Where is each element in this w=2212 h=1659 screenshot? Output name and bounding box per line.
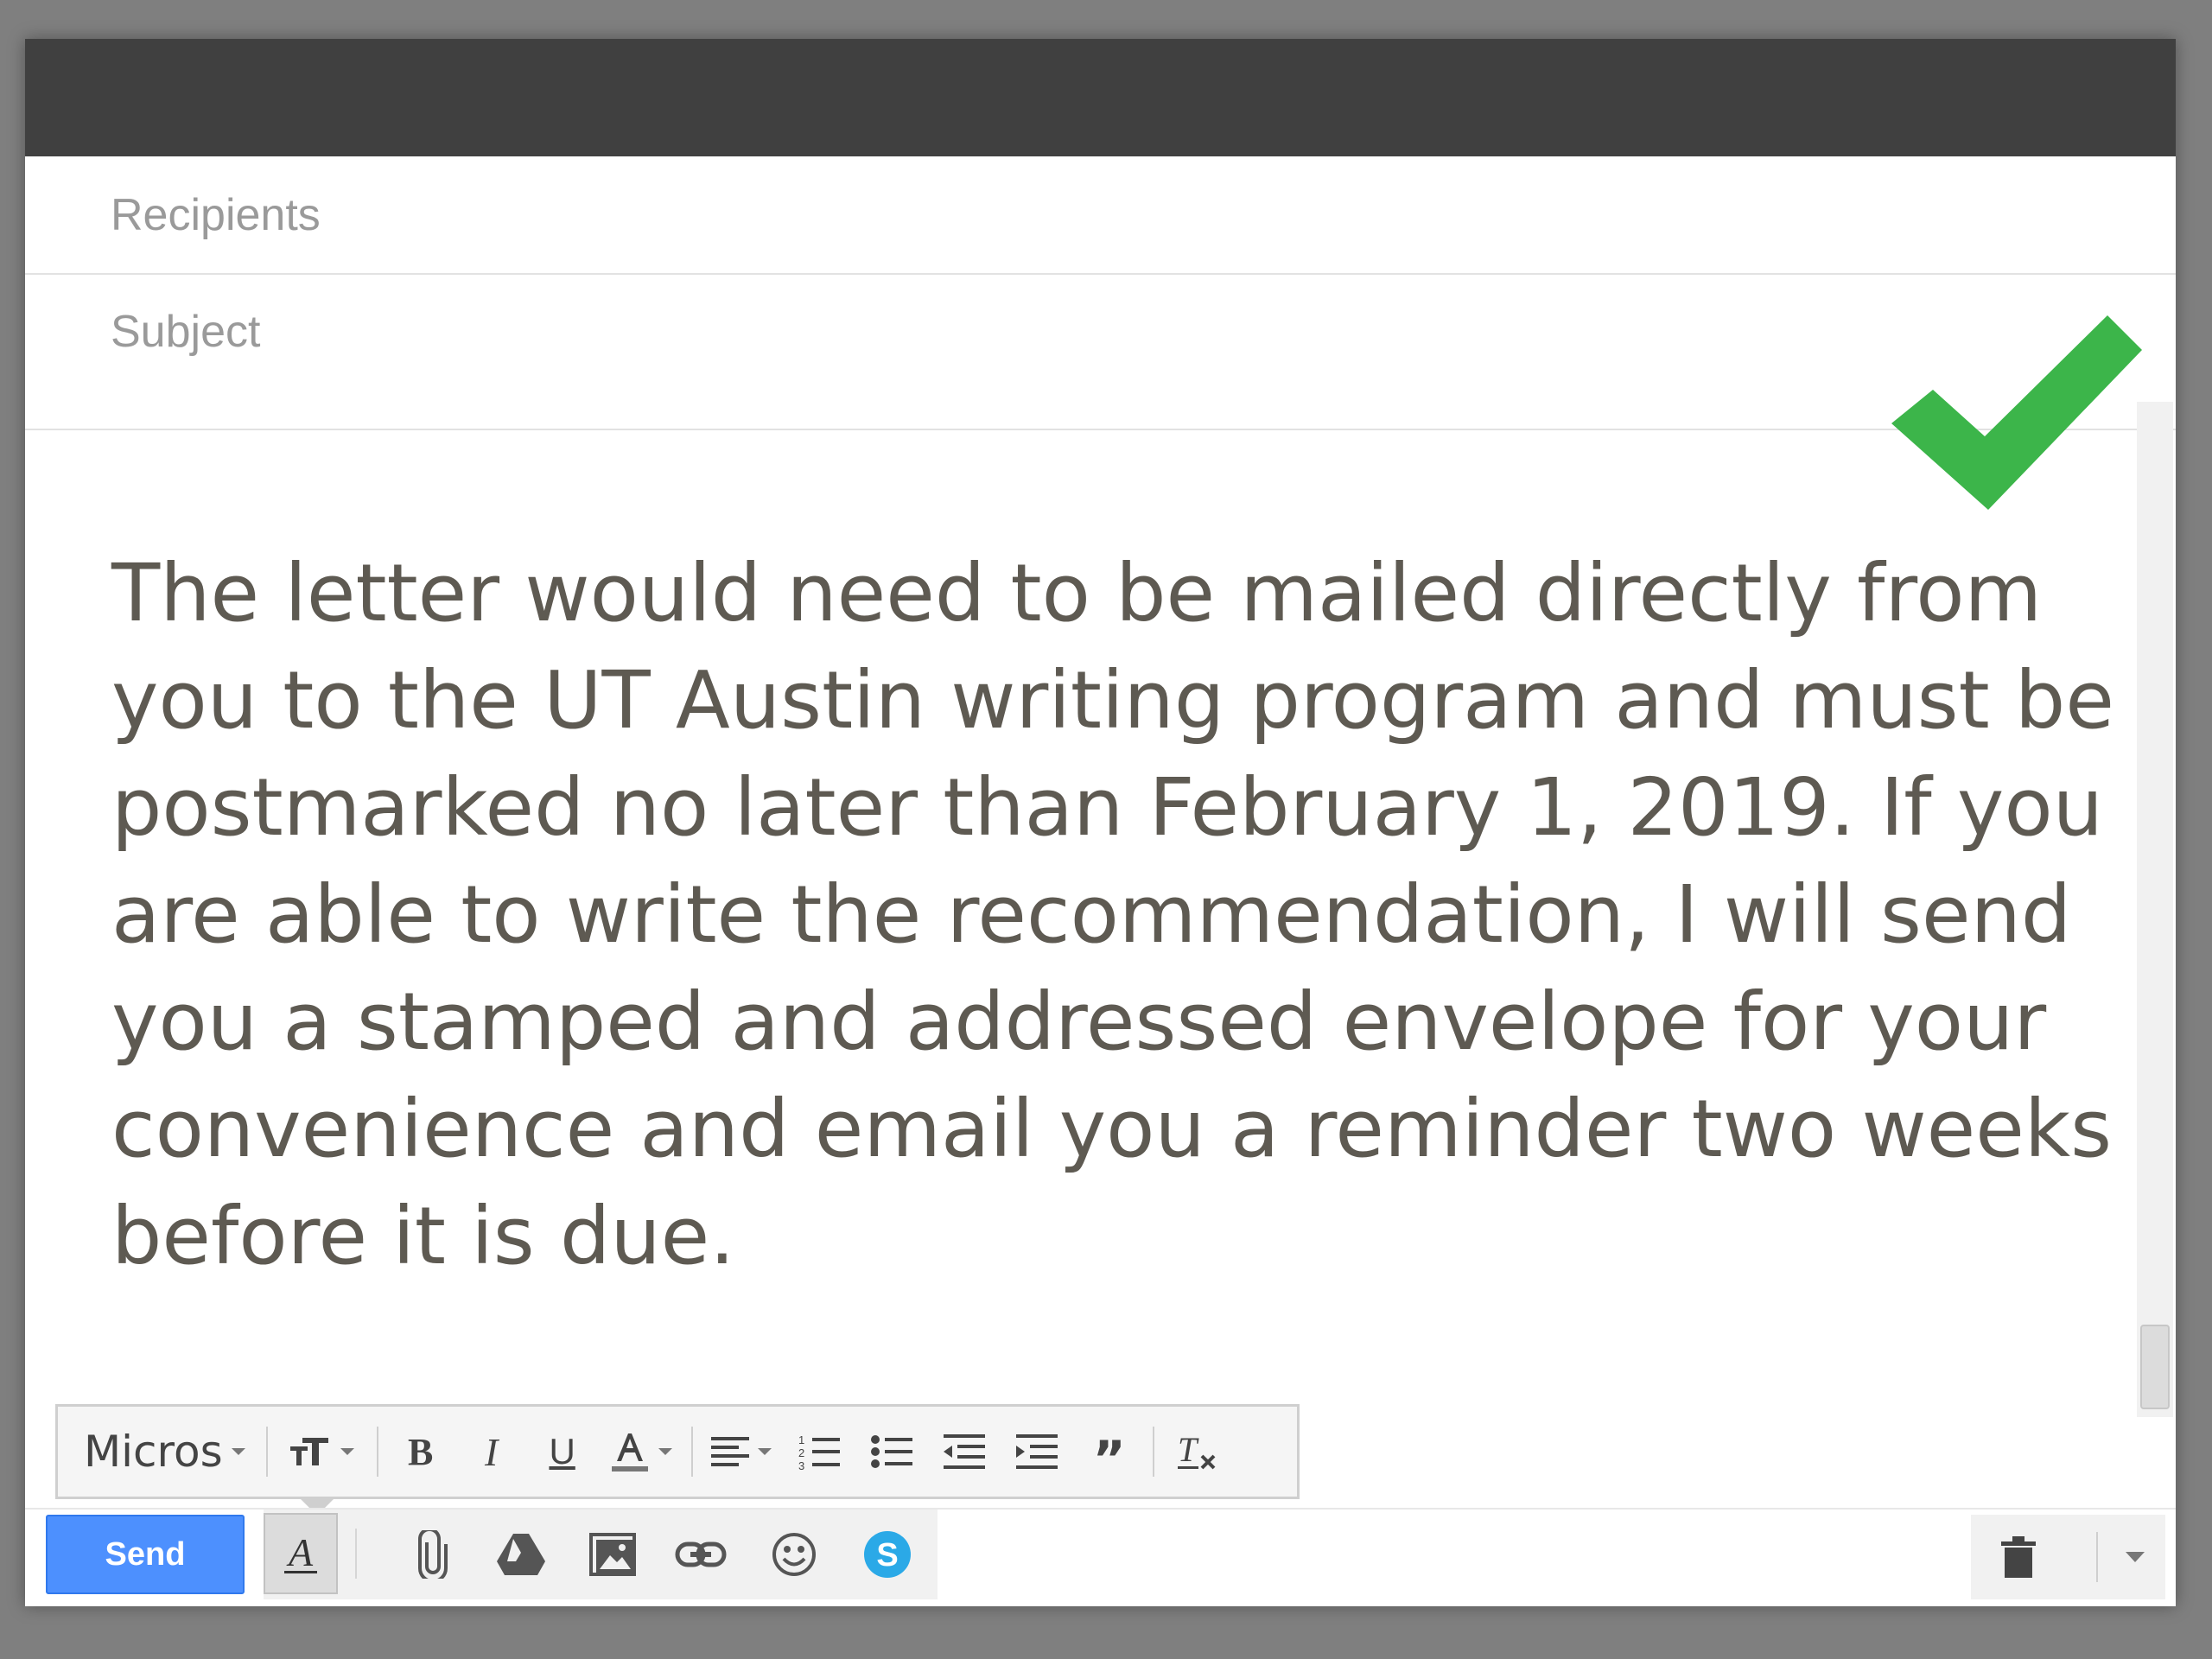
toolbar-divider — [376, 1427, 378, 1477]
attachment-tools: S — [264, 1510, 938, 1599]
font-size-button[interactable] — [275, 1407, 370, 1497]
chevron-down-icon — [340, 1448, 354, 1455]
send-button[interactable]: Send — [46, 1515, 245, 1594]
quote-button[interactable]: ” — [1073, 1407, 1146, 1497]
recipients-row — [25, 156, 2176, 275]
recipients-input[interactable] — [111, 156, 2012, 273]
text-color-button[interactable] — [598, 1407, 684, 1497]
svg-text:T: T — [1178, 1432, 1199, 1469]
drive-icon — [497, 1534, 545, 1575]
formatting-icon: A — [284, 1530, 317, 1574]
indent-more-icon — [1015, 1434, 1058, 1469]
underline-icon: U — [549, 1431, 575, 1471]
svg-text:1: 1 — [798, 1433, 804, 1446]
chevron-down-icon — [658, 1448, 672, 1455]
remove-formatting-icon: T — [1177, 1432, 1216, 1470]
drive-button[interactable] — [490, 1523, 552, 1586]
text-color-icon — [611, 1433, 648, 1471]
insert-photo-button[interactable] — [582, 1523, 644, 1586]
font-family-select[interactable]: Micros — [58, 1407, 259, 1497]
bulleted-list-icon — [870, 1435, 912, 1468]
italic-button[interactable]: I — [456, 1407, 527, 1497]
photo-icon — [589, 1533, 636, 1576]
chevron-down-icon — [231, 1448, 245, 1455]
scrollbar[interactable] — [2137, 402, 2173, 1417]
compose-extra-actions — [1971, 1515, 2165, 1599]
svg-text:3: 3 — [798, 1459, 804, 1471]
font-family-value: Micros — [84, 1427, 223, 1477]
font-size-icon — [289, 1438, 328, 1465]
formatting-options-button[interactable]: A — [264, 1513, 338, 1594]
subject-input[interactable] — [111, 275, 2012, 389]
italic-icon: I — [484, 1429, 499, 1474]
checkmark-icon — [1891, 315, 2142, 510]
action-bar-divider — [355, 1529, 357, 1579]
compose-window: The letter would need to be mailed direc… — [25, 39, 2176, 1606]
subject-row — [25, 275, 2176, 430]
bold-button[interactable]: B — [385, 1407, 456, 1497]
indent-less-icon — [943, 1434, 985, 1469]
insert-link-button[interactable] — [670, 1523, 732, 1586]
more-options-icon — [2126, 1552, 2145, 1562]
emoji-button[interactable] — [763, 1523, 825, 1586]
bold-icon: B — [407, 1430, 434, 1473]
skype-icon: S — [864, 1531, 911, 1578]
chevron-down-icon — [757, 1448, 772, 1455]
discard-draft-button[interactable] — [1971, 1515, 2066, 1599]
link-icon — [675, 1541, 727, 1567]
numbered-list-icon: 1 2 3 — [798, 1433, 840, 1471]
toolbar-divider — [690, 1427, 693, 1477]
attach-button[interactable] — [402, 1523, 464, 1586]
skype-button[interactable]: S — [856, 1523, 918, 1586]
formatting-toolbar: Micros B I U 1 2 3 ” T — [55, 1404, 1300, 1516]
action-bar-divider — [2096, 1532, 2098, 1582]
trash-icon — [2001, 1536, 2036, 1578]
compose-title-bar[interactable] — [25, 39, 2176, 156]
underline-button[interactable]: U — [527, 1407, 598, 1497]
toolbar-divider — [265, 1427, 268, 1477]
message-body[interactable]: The letter would need to be mailed direc… — [111, 540, 2125, 1290]
more-options-button[interactable] — [2105, 1515, 2165, 1599]
indent-more-button[interactable] — [1001, 1407, 1073, 1497]
remove-formatting-button[interactable]: T — [1161, 1407, 1234, 1497]
indent-less-button[interactable] — [928, 1407, 1001, 1497]
scrollbar-thumb[interactable] — [2140, 1325, 2170, 1409]
svg-text:2: 2 — [798, 1446, 804, 1459]
quote-icon: ” — [1092, 1430, 1126, 1489]
bulleted-list-button[interactable] — [855, 1407, 928, 1497]
align-button[interactable] — [700, 1407, 783, 1497]
numbered-list-button[interactable]: 1 2 3 — [783, 1407, 855, 1497]
align-icon — [710, 1437, 749, 1466]
svg-text:S: S — [876, 1537, 898, 1573]
toolbar-divider — [1152, 1427, 1154, 1477]
compose-action-bar: Send S A — [25, 1508, 2176, 1606]
emoji-icon — [772, 1533, 816, 1576]
svg-text:A: A — [286, 1530, 314, 1574]
attach-icon — [418, 1530, 448, 1579]
